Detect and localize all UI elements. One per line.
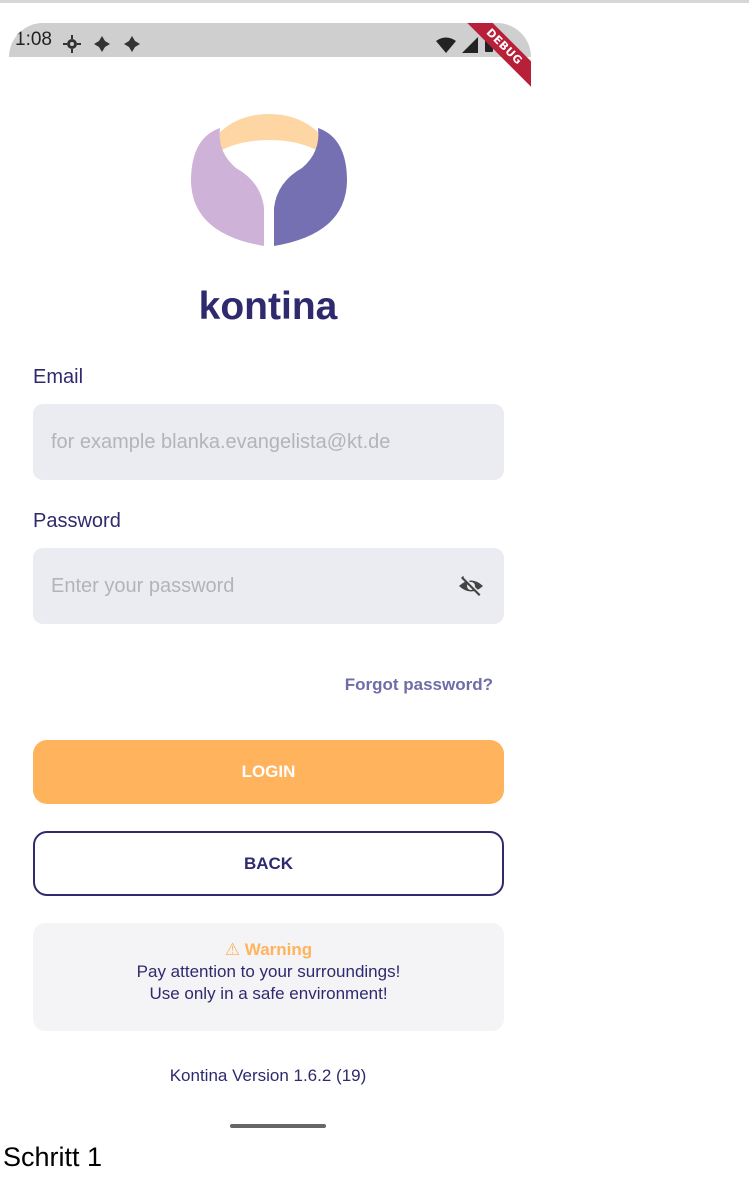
kontina-logo-icon: [186, 86, 352, 246]
phone-screen: 1:08 DEBUG kontina Email for example bla…: [9, 23, 531, 1136]
eye-off-icon[interactable]: [458, 575, 484, 597]
app-version: Kontina Version 1.6.2 (19): [169, 1066, 367, 1085]
notification-icon: [93, 31, 111, 65]
email-input[interactable]: [49, 403, 488, 481]
signal-icon: [462, 31, 478, 65]
forgot-password-link[interactable]: Forgot password?: [289, 673, 493, 697]
gear-icon: [63, 31, 81, 65]
password-field-container[interactable]: [33, 547, 504, 625]
app-title: kontina: [198, 285, 338, 328]
back-button[interactable]: BACK: [33, 831, 504, 896]
page: 1:08 DEBUG kontina Email for example bla…: [0, 0, 749, 1185]
login-button[interactable]: LOGIN: [33, 740, 504, 804]
status-time: 1:08: [15, 29, 52, 50]
password-input[interactable]: [49, 547, 458, 625]
password-label: Password: [33, 510, 121, 532]
top-divider: [0, 0, 749, 3]
email-field-container[interactable]: [33, 403, 504, 481]
email-label: Email: [33, 366, 84, 388]
warning-icon: ⚠: [224, 940, 241, 959]
warning-title: Warning: [244, 940, 313, 959]
warning-line-1: Pay attention to your surroundings!: [136, 962, 401, 981]
home-indicator[interactable]: [230, 1124, 326, 1128]
status-left-icons: [63, 31, 141, 65]
step-caption: Schritt 1: [3, 1142, 103, 1172]
warning-line-2: Use only in a safe environment!: [149, 984, 388, 1003]
notification-icon: [123, 31, 141, 65]
warning-heading: ⚠ Warning: [33, 939, 504, 961]
status-bar: 1:08 DEBUG: [9, 23, 531, 93]
warning-card: ⚠ Warning Pay attention to your surround…: [33, 923, 504, 1031]
wifi-icon: [436, 31, 456, 65]
